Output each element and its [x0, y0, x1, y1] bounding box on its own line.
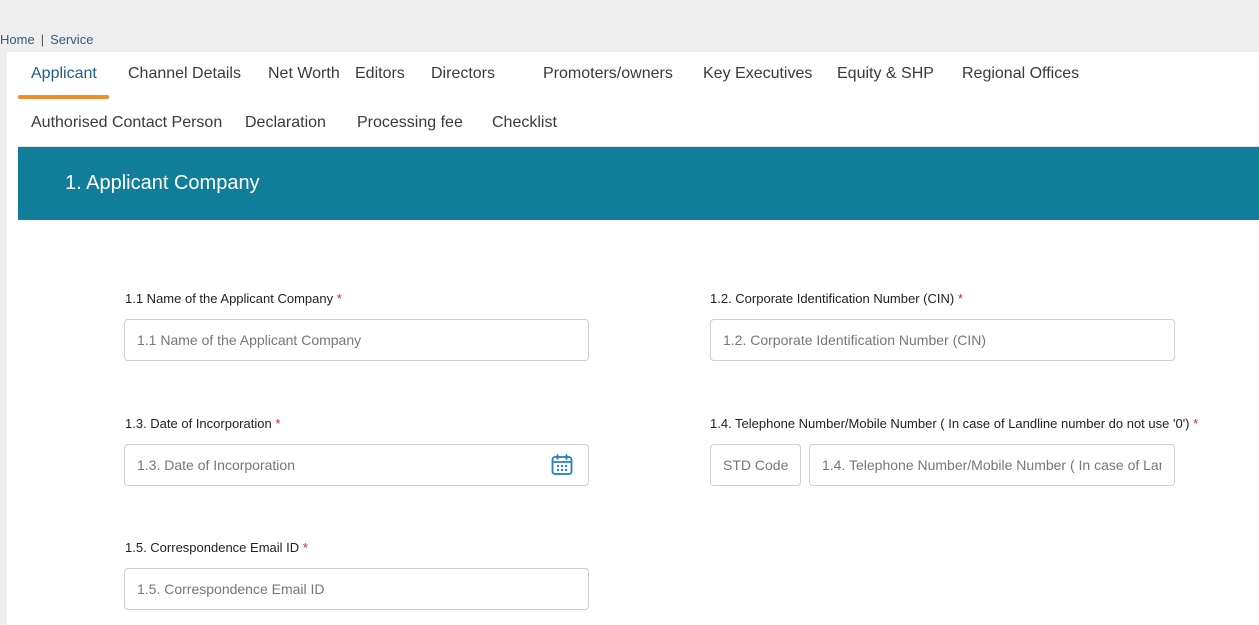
- required-marker: *: [275, 416, 281, 431]
- section-header: 1. Applicant Company: [18, 147, 1259, 220]
- cin-label-text: 1.2. Corporate Identification Number (CI…: [710, 291, 955, 306]
- company-name-label: 1.1 Name of the Applicant Company *: [125, 291, 342, 306]
- breadcrumb-separator: |: [40, 32, 45, 47]
- tab-processing-fee[interactable]: Processing fee: [357, 114, 463, 132]
- active-tab-indicator: [18, 95, 109, 99]
- telephone-label: 1.4. Telephone Number/Mobile Number ( In…: [710, 416, 1198, 431]
- applicant-company-form: 1.1 Name of the Applicant Company * 1.2.…: [18, 220, 1259, 625]
- calendar-icon[interactable]: [550, 453, 574, 477]
- std-code-input[interactable]: [710, 444, 801, 486]
- email-input[interactable]: [124, 568, 589, 610]
- company-name-label-text: 1.1 Name of the Applicant Company: [125, 291, 334, 306]
- tab-editors[interactable]: Editors: [355, 65, 405, 83]
- tab-directors[interactable]: Directors: [431, 65, 495, 83]
- incorporation-date-input[interactable]: [124, 444, 589, 486]
- company-name-input[interactable]: [124, 319, 589, 361]
- top-strip: [0, 0, 1259, 52]
- cin-label: 1.2. Corporate Identification Number (CI…: [710, 291, 963, 306]
- tab-checklist[interactable]: Checklist: [492, 114, 557, 132]
- section-title: 1. Applicant Company: [65, 172, 260, 194]
- tab-declaration[interactable]: Declaration: [245, 114, 326, 132]
- required-marker: *: [957, 291, 963, 306]
- required-marker: *: [336, 291, 342, 306]
- email-label: 1.5. Correspondence Email ID *: [125, 540, 308, 555]
- tab-promoters-owners[interactable]: Promoters/owners: [543, 65, 673, 83]
- tab-equity-shp[interactable]: Equity & SHP: [837, 65, 934, 83]
- tab-channel-details[interactable]: Channel Details: [128, 65, 241, 83]
- incorporation-date-label-text: 1.3. Date of Incorporation: [125, 416, 272, 431]
- telephone-input[interactable]: [809, 444, 1175, 486]
- required-marker: *: [1193, 416, 1199, 431]
- telephone-label-text: 1.4. Telephone Number/Mobile Number ( In…: [710, 416, 1190, 431]
- tab-net-worth[interactable]: Net Worth: [268, 65, 340, 83]
- email-label-text: 1.5. Correspondence Email ID: [125, 540, 300, 555]
- left-gutter: [0, 52, 7, 625]
- incorporation-date-label: 1.3. Date of Incorporation *: [125, 416, 280, 431]
- cin-input[interactable]: [710, 319, 1175, 361]
- section-tabs: Applicant Channel Details Net Worth Edit…: [18, 52, 1259, 147]
- tab-authorised-contact-person[interactable]: Authorised Contact Person: [31, 114, 222, 132]
- tab-applicant[interactable]: Applicant: [31, 65, 97, 83]
- breadcrumb: Home | Service: [0, 32, 93, 47]
- required-marker: *: [302, 540, 308, 555]
- breadcrumb-service[interactable]: Service: [50, 32, 93, 47]
- tab-key-executives[interactable]: Key Executives: [703, 65, 812, 83]
- tab-regional-offices[interactable]: Regional Offices: [962, 65, 1079, 83]
- breadcrumb-home[interactable]: Home: [0, 32, 35, 47]
